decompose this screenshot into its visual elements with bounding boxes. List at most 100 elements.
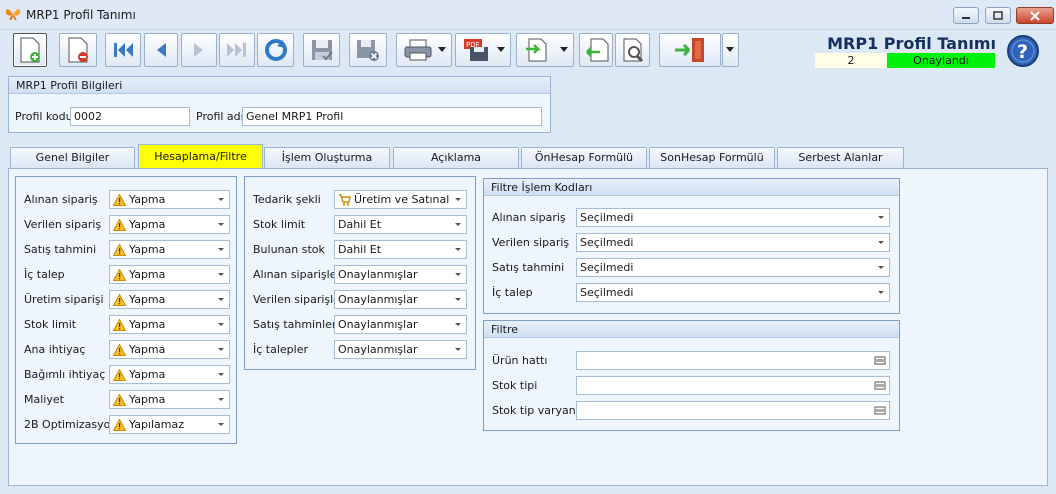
barcode-browse-icon[interactable] — [874, 405, 886, 416]
chevron-down-icon — [878, 291, 884, 294]
select-field[interactable]: Yapılamaz — [109, 415, 230, 434]
select-field[interactable]: Yapma — [109, 290, 230, 309]
select-field[interactable]: Yapma — [109, 265, 230, 284]
profile-code-input[interactable]: 0002 — [70, 107, 190, 126]
delete-document-icon — [68, 37, 88, 63]
save-close-button[interactable] — [349, 33, 387, 67]
save-button[interactable] — [303, 33, 340, 67]
field-label: Satış tahminleri — [253, 318, 340, 331]
select-value: Yapma — [129, 193, 166, 206]
first-record-button[interactable] — [105, 33, 141, 67]
save-icon — [311, 40, 333, 61]
barcode-browse-icon[interactable] — [874, 380, 886, 391]
chevron-down-icon — [218, 298, 224, 301]
tab-hesaplama-filtre[interactable]: Hesaplama/Filtre — [138, 144, 263, 169]
select-value: Dahil Et — [338, 243, 382, 256]
chevron-down-icon — [218, 223, 224, 226]
tab-aciklama[interactable]: Açıklama — [393, 147, 519, 168]
print-button[interactable] — [396, 33, 452, 67]
first-icon — [114, 43, 133, 57]
select-field[interactable]: Yapma — [109, 365, 230, 384]
tab-sonhesap-formulu[interactable]: SonHesap Formülü — [649, 147, 775, 168]
chevron-down-icon — [218, 273, 224, 276]
transfer-button[interactable] — [516, 33, 574, 67]
select-field[interactable]: Onaylanmışlar — [334, 265, 467, 284]
close-button[interactable] — [1016, 7, 1054, 24]
select-field[interactable]: Yapma — [109, 215, 230, 234]
chevron-down-icon — [878, 216, 884, 219]
minimize-button[interactable] — [953, 7, 979, 24]
select-field[interactable]: Seçilmedi — [576, 208, 890, 227]
select-field[interactable]: Seçilmedi — [576, 258, 890, 277]
filter-input[interactable] — [576, 351, 890, 370]
select-field[interactable]: Dahil Et — [334, 240, 467, 259]
warning-icon — [113, 369, 126, 381]
select-field[interactable]: Onaylanmışlar — [334, 340, 467, 359]
exit-button[interactable] — [659, 33, 721, 67]
exit-dropdown-button[interactable] — [722, 33, 739, 67]
chevron-down-icon — [218, 373, 224, 376]
filter-input[interactable] — [576, 376, 890, 395]
maximize-icon — [993, 11, 1003, 20]
refresh-button[interactable] — [257, 33, 294, 67]
select-value: Onaylanmışlar — [338, 318, 418, 331]
select-field[interactable]: Üretim ve Satınalma — [334, 190, 467, 209]
select-field[interactable]: Yapma — [109, 390, 230, 409]
warning-icon — [113, 294, 126, 306]
select-value: Seçilmedi — [580, 211, 634, 224]
tab-serbest-alanlar[interactable]: Serbest Alanlar — [777, 147, 904, 168]
select-field[interactable]: Onaylanmışlar — [334, 315, 467, 334]
select-field[interactable]: Seçilmedi — [576, 233, 890, 252]
chevron-down-icon — [218, 323, 224, 326]
select-field[interactable]: Yapma — [109, 240, 230, 259]
help-button[interactable]: ? — [1006, 34, 1040, 68]
warning-icon — [113, 419, 126, 431]
next-record-button[interactable] — [181, 33, 217, 67]
last-record-button[interactable] — [219, 33, 255, 67]
field-label: Ana ihtiyaç — [24, 343, 86, 356]
warning-icon — [113, 194, 126, 206]
document-settings-button[interactable] — [615, 33, 650, 67]
field-label: Satış tahmini — [492, 261, 565, 274]
chevron-down-icon — [560, 47, 568, 52]
close-icon — [1030, 10, 1040, 21]
help-icon: ? — [1007, 35, 1039, 67]
cart-icon — [339, 194, 351, 206]
filter-input[interactable] — [576, 401, 890, 420]
select-field[interactable]: Yapma — [109, 340, 230, 359]
delete-button[interactable] — [59, 33, 97, 67]
select-field[interactable]: Seçilmedi — [576, 283, 890, 302]
tree-browse-icon[interactable] — [874, 355, 886, 366]
new-button[interactable] — [13, 33, 47, 67]
select-value: Onaylanmışlar — [338, 293, 418, 306]
select-value: Yapma — [129, 343, 166, 356]
warning-icon — [113, 244, 126, 256]
warning-icon — [113, 319, 126, 331]
previous-record-button[interactable] — [144, 33, 178, 67]
tab-islem-olusturma[interactable]: İşlem Oluşturma — [264, 147, 390, 168]
tab-genel-bilgiler[interactable]: Genel Bilgiler — [10, 147, 135, 168]
profile-name-input[interactable]: Genel MRP1 Profil — [242, 107, 542, 126]
field-label: Verilen sipariş — [24, 218, 102, 231]
save-cancel-icon — [357, 40, 379, 61]
document-import-icon — [586, 38, 609, 62]
select-field[interactable]: Dahil Et — [334, 215, 467, 234]
export-pdf-button[interactable]: PDF — [455, 33, 511, 67]
chevron-down-icon — [218, 398, 224, 401]
select-field[interactable]: Yapma — [109, 190, 230, 209]
field-label: İç talepler — [253, 343, 308, 356]
new-document-icon — [20, 37, 40, 63]
tab-onhesap-formulu[interactable]: ÖnHesap Formülü — [521, 147, 647, 168]
import-button[interactable] — [579, 33, 613, 67]
field-label: Ürün hattı — [492, 354, 548, 367]
warning-icon — [113, 269, 126, 281]
field-label: Verilen siparişler — [253, 293, 345, 306]
maximize-button[interactable] — [985, 7, 1011, 24]
select-value: Yapma — [129, 268, 166, 281]
select-field[interactable]: Onaylanmışlar — [334, 290, 467, 309]
warning-icon — [113, 344, 126, 356]
select-value: Yapma — [129, 293, 166, 306]
select-field[interactable]: Yapma — [109, 315, 230, 334]
profile-name-label: Profil adı — [196, 110, 244, 123]
title-bar: MRP1 Profil Tanımı — [0, 0, 1056, 30]
